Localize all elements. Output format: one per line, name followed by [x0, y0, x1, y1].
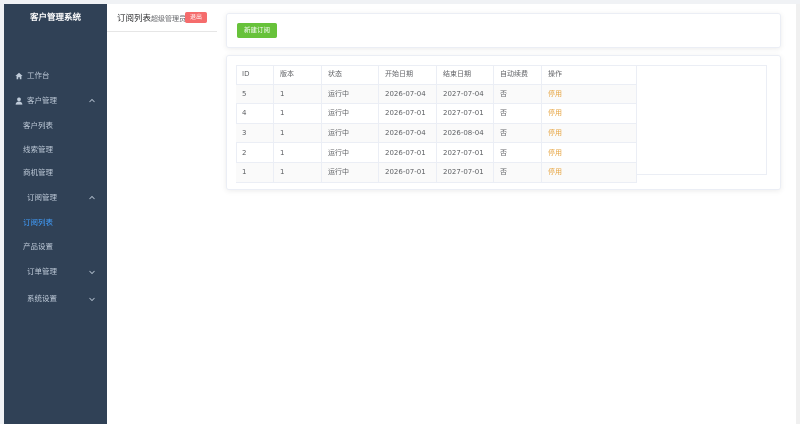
cell-id: 4 [236, 103, 274, 124]
cell-start-date: 2026-07-01 [378, 103, 437, 124]
page-title: 订阅列表 [117, 14, 152, 24]
sidebar-item-label: 线索管理 [23, 145, 53, 154]
home-icon [15, 72, 23, 80]
cell-start-date: 2026-07-01 [378, 142, 437, 163]
chevron-up-icon [89, 195, 95, 200]
new-subscription-button[interactable]: 新建订阅 [237, 23, 277, 38]
sidebar-item-label: 客户管理 [27, 96, 57, 105]
cell-id: 2 [236, 142, 274, 163]
header-divider [107, 31, 217, 32]
user-role: 超级管理员 [151, 15, 187, 23]
toolbar-card: 新建订阅 [226, 13, 781, 48]
cell-auto-renew: 否 [493, 103, 542, 124]
disable-link[interactable]: 停用 [548, 90, 562, 98]
app-title: 客户管理系统 [29, 13, 81, 23]
cell-auto-renew: 否 [493, 162, 542, 183]
logout-button[interactable]: 退出 [185, 12, 207, 23]
cell-start-date: 2026-07-04 [378, 84, 437, 105]
cell-version: 1 [273, 123, 322, 144]
column-header-actions: 操作 [541, 65, 637, 85]
chevron-down-icon [89, 270, 95, 275]
subscription-table: ID 版本 状态 开始日期 结束日期 自动续费 操作 5 1 运行中 2026- [236, 65, 637, 183]
cell-start-date: 2026-07-01 [378, 162, 437, 183]
sidebar-item-label: 系统设置 [27, 294, 57, 303]
table-row: 3 1 运行中 2026-07-04 2026-08-04 否 停用 [236, 123, 637, 144]
sidebar-item-leads[interactable]: 线索管理 [4, 139, 107, 161]
sidebar-item-opportunities[interactable]: 商机管理 [4, 162, 107, 184]
column-header-id: ID [236, 65, 274, 85]
disable-link[interactable]: 停用 [548, 168, 562, 176]
chevron-down-icon [89, 297, 95, 302]
sidebar-item-label: 工作台 [27, 71, 50, 80]
sidebar: 客户管理系统 工作台 客户管理 客户列表 线索管理 商机管理 订阅管理 订阅列表… [4, 4, 107, 424]
cell-id: 1 [236, 162, 274, 183]
sidebar-item-subscriptions[interactable]: 订阅管理 [4, 187, 107, 209]
sidebar-item-orders[interactable]: 订单管理 [4, 261, 107, 283]
cell-version: 1 [273, 142, 322, 163]
cell-status: 运行中 [321, 84, 379, 105]
cell-auto-renew: 否 [493, 84, 542, 105]
cell-start-date: 2026-07-04 [378, 123, 437, 144]
sidebar-item-product-settings[interactable]: 产品设置 [4, 236, 107, 258]
column-header-end-date: 结束日期 [436, 65, 494, 85]
disable-link[interactable]: 停用 [548, 109, 562, 117]
sidebar-item-subscription-list[interactable]: 订阅列表 [4, 212, 107, 234]
table-row: 4 1 运行中 2026-07-01 2027-07-01 否 停用 [236, 103, 637, 124]
chevron-up-icon [89, 98, 95, 103]
app-root: 客户管理系统 工作台 客户管理 客户列表 线索管理 商机管理 订阅管理 订阅列表… [0, 0, 800, 424]
table-row: 1 1 运行中 2026-07-01 2027-07-01 否 停用 [236, 162, 637, 183]
disable-link[interactable]: 停用 [548, 129, 562, 137]
page-header: 订阅列表超级管理员 退出 [107, 4, 217, 32]
column-header-version: 版本 [273, 65, 322, 85]
cell-end-date: 2026-08-04 [436, 123, 494, 144]
cell-auto-renew: 否 [493, 142, 542, 163]
sidebar-item-label: 订单管理 [27, 267, 57, 276]
column-header-auto-renew: 自动续费 [493, 65, 542, 85]
cell-id: 5 [236, 84, 274, 105]
cell-end-date: 2027-07-01 [436, 142, 494, 163]
sidebar-item-customers[interactable]: 客户管理 [4, 90, 107, 112]
cell-version: 1 [273, 84, 322, 105]
sidebar-item-label: 商机管理 [23, 168, 53, 177]
column-header-start-date: 开始日期 [378, 65, 437, 85]
cell-status: 运行中 [321, 103, 379, 124]
sidebar-item-label: 订阅管理 [27, 193, 57, 202]
cell-status: 运行中 [321, 162, 379, 183]
sidebar-item-label: 客户列表 [23, 121, 53, 130]
sidebar-item-system-settings[interactable]: 系统设置 [4, 288, 107, 310]
table-row: 2 1 运行中 2026-07-01 2027-07-01 否 停用 [236, 142, 637, 163]
table-card: ID 版本 状态 开始日期 结束日期 自动续费 操作 5 1 运行中 2026- [226, 55, 781, 190]
page-scrollbar[interactable] [796, 4, 800, 424]
sidebar-item-dashboard[interactable]: 工作台 [4, 65, 107, 87]
column-header-status: 状态 [321, 65, 379, 85]
disable-link[interactable]: 停用 [548, 149, 562, 157]
sidebar-item-label: 订阅列表 [23, 218, 53, 227]
user-icon [15, 97, 23, 105]
cell-auto-renew: 否 [493, 123, 542, 144]
cell-status: 运行中 [321, 142, 379, 163]
sidebar-item-customer-list[interactable]: 客户列表 [4, 115, 107, 137]
cell-version: 1 [273, 162, 322, 183]
cell-status: 运行中 [321, 123, 379, 144]
cell-end-date: 2027-07-01 [436, 103, 494, 124]
main-area: 订阅列表超级管理员 退出 新建订阅 ID 版本 状态 开始日期 结束日期 自动续… [107, 4, 796, 424]
table-row: 5 1 运行中 2026-07-04 2027-07-04 否 停用 [236, 84, 637, 105]
cell-id: 3 [236, 123, 274, 144]
sidebar-item-label: 产品设置 [23, 242, 53, 251]
cell-end-date: 2027-07-01 [436, 162, 494, 183]
cell-end-date: 2027-07-04 [436, 84, 494, 105]
cell-version: 1 [273, 103, 322, 124]
table-header-row: ID 版本 状态 开始日期 结束日期 自动续费 操作 [236, 65, 637, 85]
